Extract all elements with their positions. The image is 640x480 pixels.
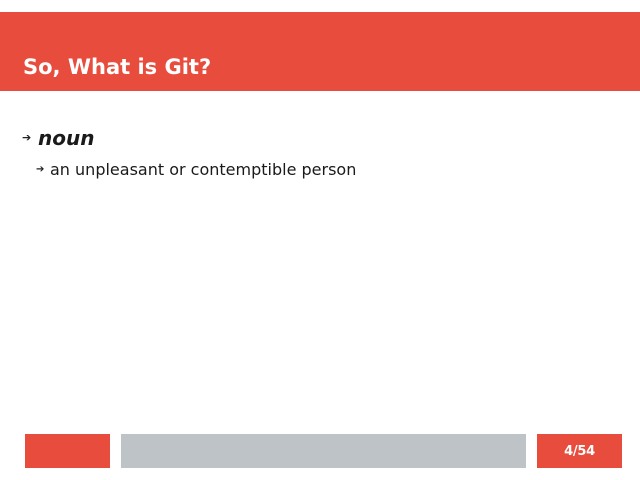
footer-left-block — [25, 434, 110, 468]
page-number: 4/54 — [564, 443, 595, 459]
slide: So, What is Git? ➔ noun ➔ an unpleasant … — [0, 0, 640, 480]
footer-page-block: 4/54 — [537, 434, 622, 468]
footer-progress-bar — [121, 434, 526, 468]
slide-title: So, What is Git? — [23, 55, 212, 79]
arrow-right-icon: ➔ — [36, 164, 45, 175]
arrow-right-icon: ➔ — [22, 131, 32, 144]
bullet-item: ➔ noun — [22, 124, 94, 152]
bullet-text: noun — [38, 126, 95, 150]
sub-bullet-item: ➔ an unpleasant or contemptible person — [36, 158, 356, 182]
sub-bullet-text: an unpleasant or contemptible person — [50, 160, 357, 179]
